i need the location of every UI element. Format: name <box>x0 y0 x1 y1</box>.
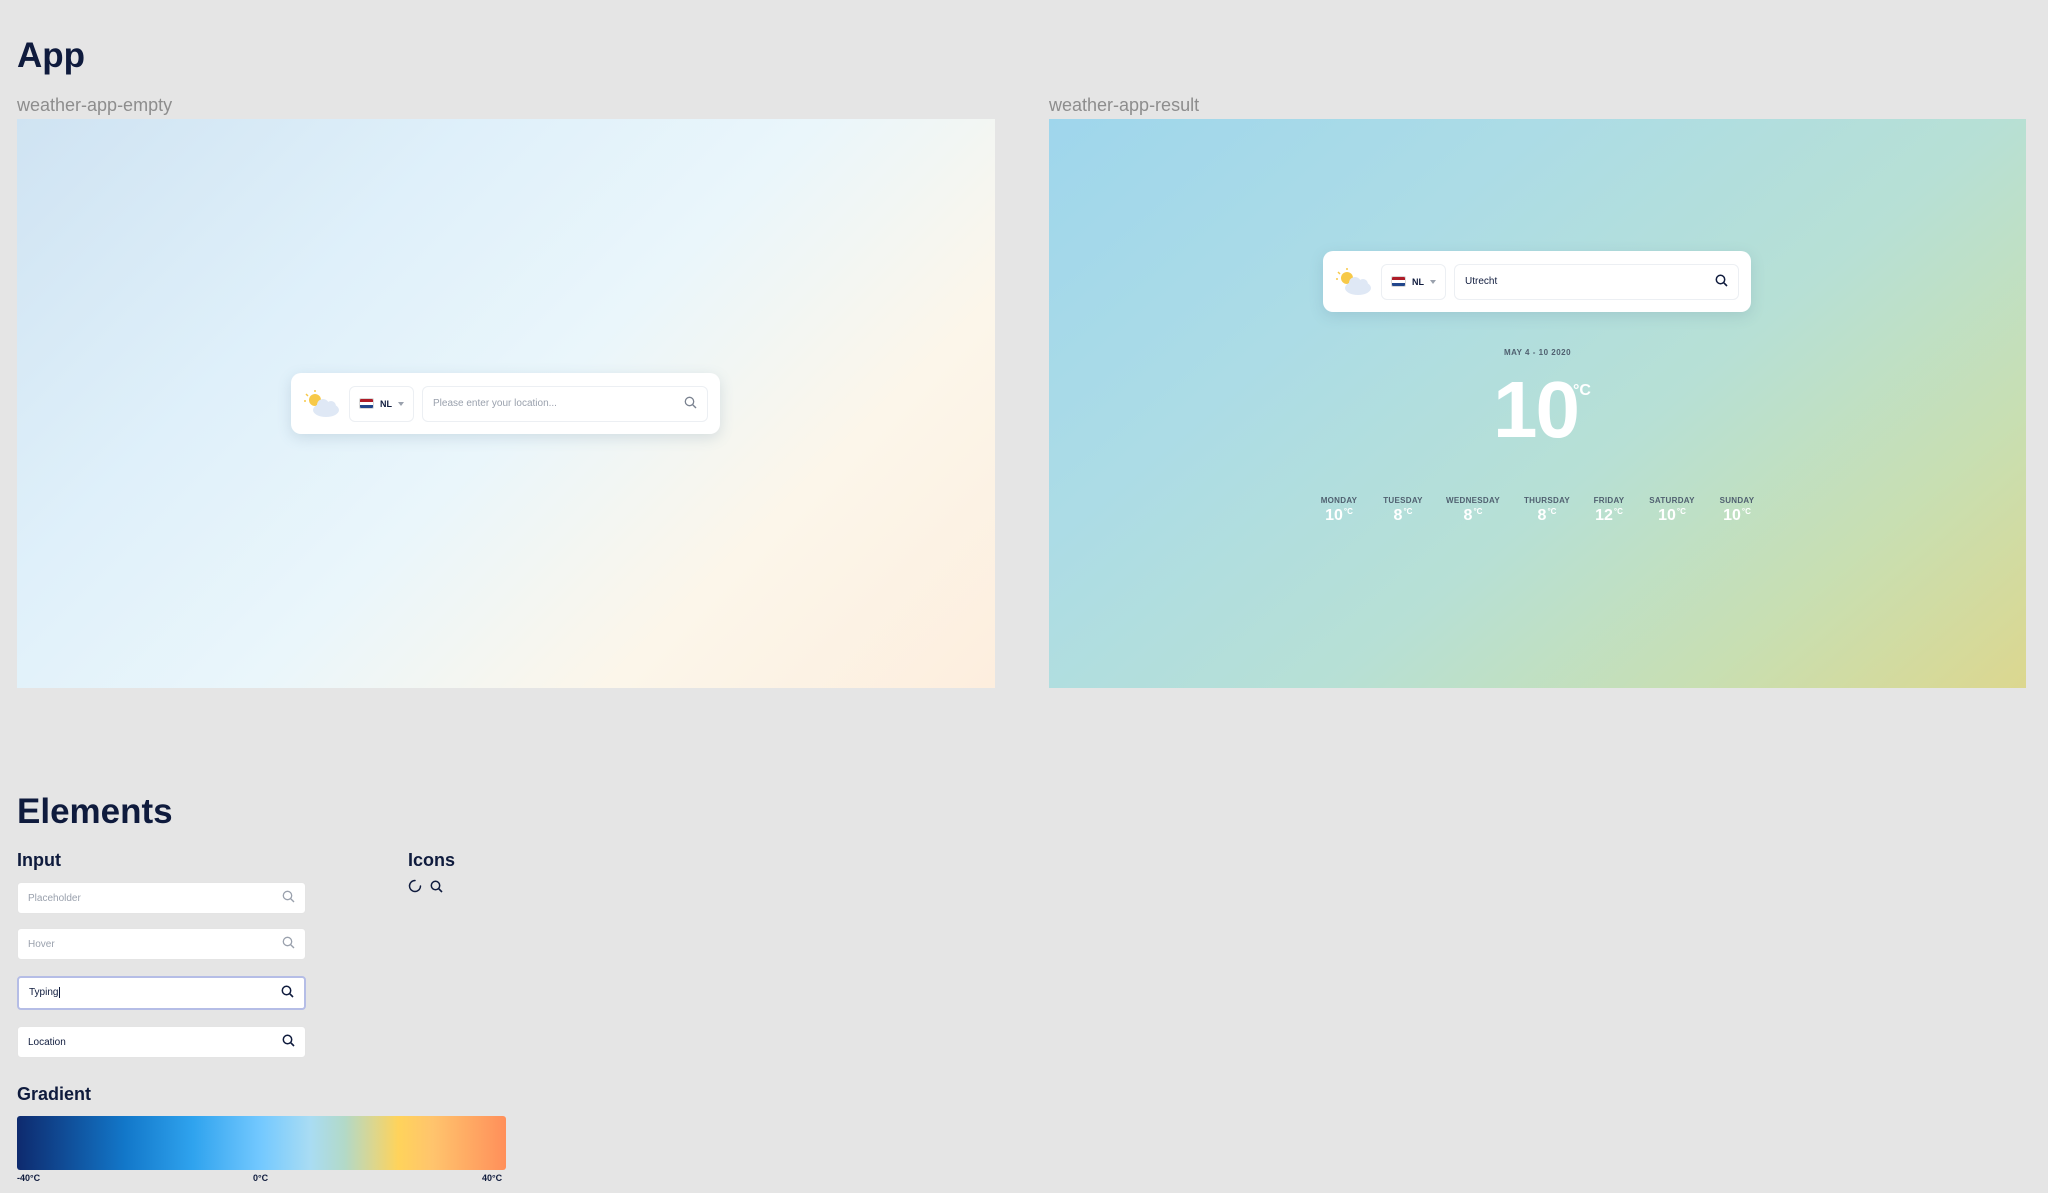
elements-section-title: Elements <box>17 792 173 831</box>
gradient-mid-label: 0°C <box>253 1173 269 1183</box>
search-bar: NL Please enter your location... <box>291 373 720 434</box>
netherlands-flag-icon <box>1391 276 1406 287</box>
forecast-day: SATURDAY 10°C <box>1637 496 1707 525</box>
day-unit: °C <box>1403 507 1413 516</box>
typing-input[interactable]: Typing <box>17 976 306 1010</box>
day-name: WEDNESDAY <box>1446 496 1500 505</box>
forecast-day: MONDAY 10°C <box>1304 496 1374 525</box>
weather-app-empty-frame: NL Please enter your location... <box>17 119 995 688</box>
app-section-title: App <box>17 36 86 75</box>
temperature-unit: °C <box>1573 382 1591 399</box>
partly-cloudy-icon <box>1335 267 1373 296</box>
location-value: Utrecht <box>1465 276 1498 287</box>
forecast-day: FRIDAY 12°C <box>1574 496 1644 525</box>
day-temp: 8 <box>1463 507 1473 524</box>
day-unit: °C <box>1613 507 1623 516</box>
day-unit: °C <box>1547 507 1557 516</box>
chevron-down-icon <box>398 401 404 406</box>
day-unit: °C <box>1741 507 1751 516</box>
day-temp: 8 <box>1393 507 1403 524</box>
day-temp: 10 <box>1723 507 1741 524</box>
day-temp: 10 <box>1325 507 1343 524</box>
empty-frame-label: weather-app-empty <box>17 95 173 115</box>
location-input[interactable]: Location <box>17 1026 306 1058</box>
search-icon <box>430 880 443 898</box>
input-heading: Input <box>17 850 61 870</box>
day-unit: °C <box>1473 507 1483 516</box>
day-name: TUESDAY <box>1383 496 1423 505</box>
temperature-gradient-bar <box>17 1116 506 1170</box>
day-temp: 8 <box>1537 507 1547 524</box>
forecast-day: TUESDAY 8°C <box>1368 496 1438 525</box>
search-icon[interactable] <box>281 985 294 1001</box>
search-icon[interactable] <box>282 890 295 906</box>
result-frame-label: weather-app-result <box>1049 95 1200 115</box>
icons-showcase <box>408 879 443 898</box>
current-temperature: 10 <box>1493 365 1580 454</box>
text-cursor <box>59 987 61 999</box>
location-input[interactable]: Utrecht <box>1454 263 1739 300</box>
day-name: MONDAY <box>1320 496 1358 505</box>
day-unit: °C <box>1343 507 1353 516</box>
day-temp: 10 <box>1658 507 1676 524</box>
search-icon[interactable] <box>282 1034 295 1050</box>
netherlands-flag-icon <box>359 398 374 409</box>
gradient-min-label: -40°C <box>17 1173 41 1183</box>
location-placeholder: Please enter your location... <box>433 398 557 409</box>
gradient-heading: Gradient <box>17 1084 92 1104</box>
icons-heading: Icons <box>408 850 456 870</box>
chevron-down-icon <box>1430 279 1436 284</box>
search-icon[interactable] <box>1715 274 1728 290</box>
input-text: Location <box>28 1036 66 1048</box>
day-name: THURSDAY <box>1523 496 1571 505</box>
input-text: Typing <box>29 987 59 999</box>
day-temp: 12 <box>1595 507 1613 524</box>
search-bar: NL Utrecht <box>1323 251 1751 312</box>
country-code: NL <box>380 398 392 409</box>
placeholder-input[interactable]: Placeholder <box>17 882 306 914</box>
weather-app-result-frame: NL Utrecht MAY 4 - 10 2020 10 °C MONDAY … <box>1049 119 2026 688</box>
day-name: SUNDAY <box>1719 496 1755 505</box>
search-icon[interactable] <box>684 396 697 412</box>
country-select[interactable]: NL <box>1381 263 1446 300</box>
date-range: MAY 4 - 10 2020 <box>1503 348 1572 357</box>
day-name: FRIDAY <box>1593 496 1625 505</box>
hover-input[interactable]: Hover <box>17 928 306 960</box>
loading-spinner-icon <box>408 879 422 898</box>
forecast-day: SUNDAY 10°C <box>1702 496 1772 525</box>
location-input[interactable]: Please enter your location... <box>422 385 708 422</box>
day-unit: °C <box>1676 507 1686 516</box>
forecast-day: WEDNESDAY 8°C <box>1438 496 1508 525</box>
country-code: NL <box>1412 276 1424 287</box>
input-text: Placeholder <box>28 892 81 904</box>
forecast-day: THURSDAY 8°C <box>1512 496 1582 525</box>
country-select[interactable]: NL <box>349 385 414 422</box>
partly-cloudy-icon <box>303 389 341 418</box>
gradient-max-label: 40°C <box>482 1173 503 1183</box>
search-icon[interactable] <box>282 936 295 952</box>
day-name: SATURDAY <box>1649 496 1695 505</box>
input-text: Hover <box>28 938 55 950</box>
